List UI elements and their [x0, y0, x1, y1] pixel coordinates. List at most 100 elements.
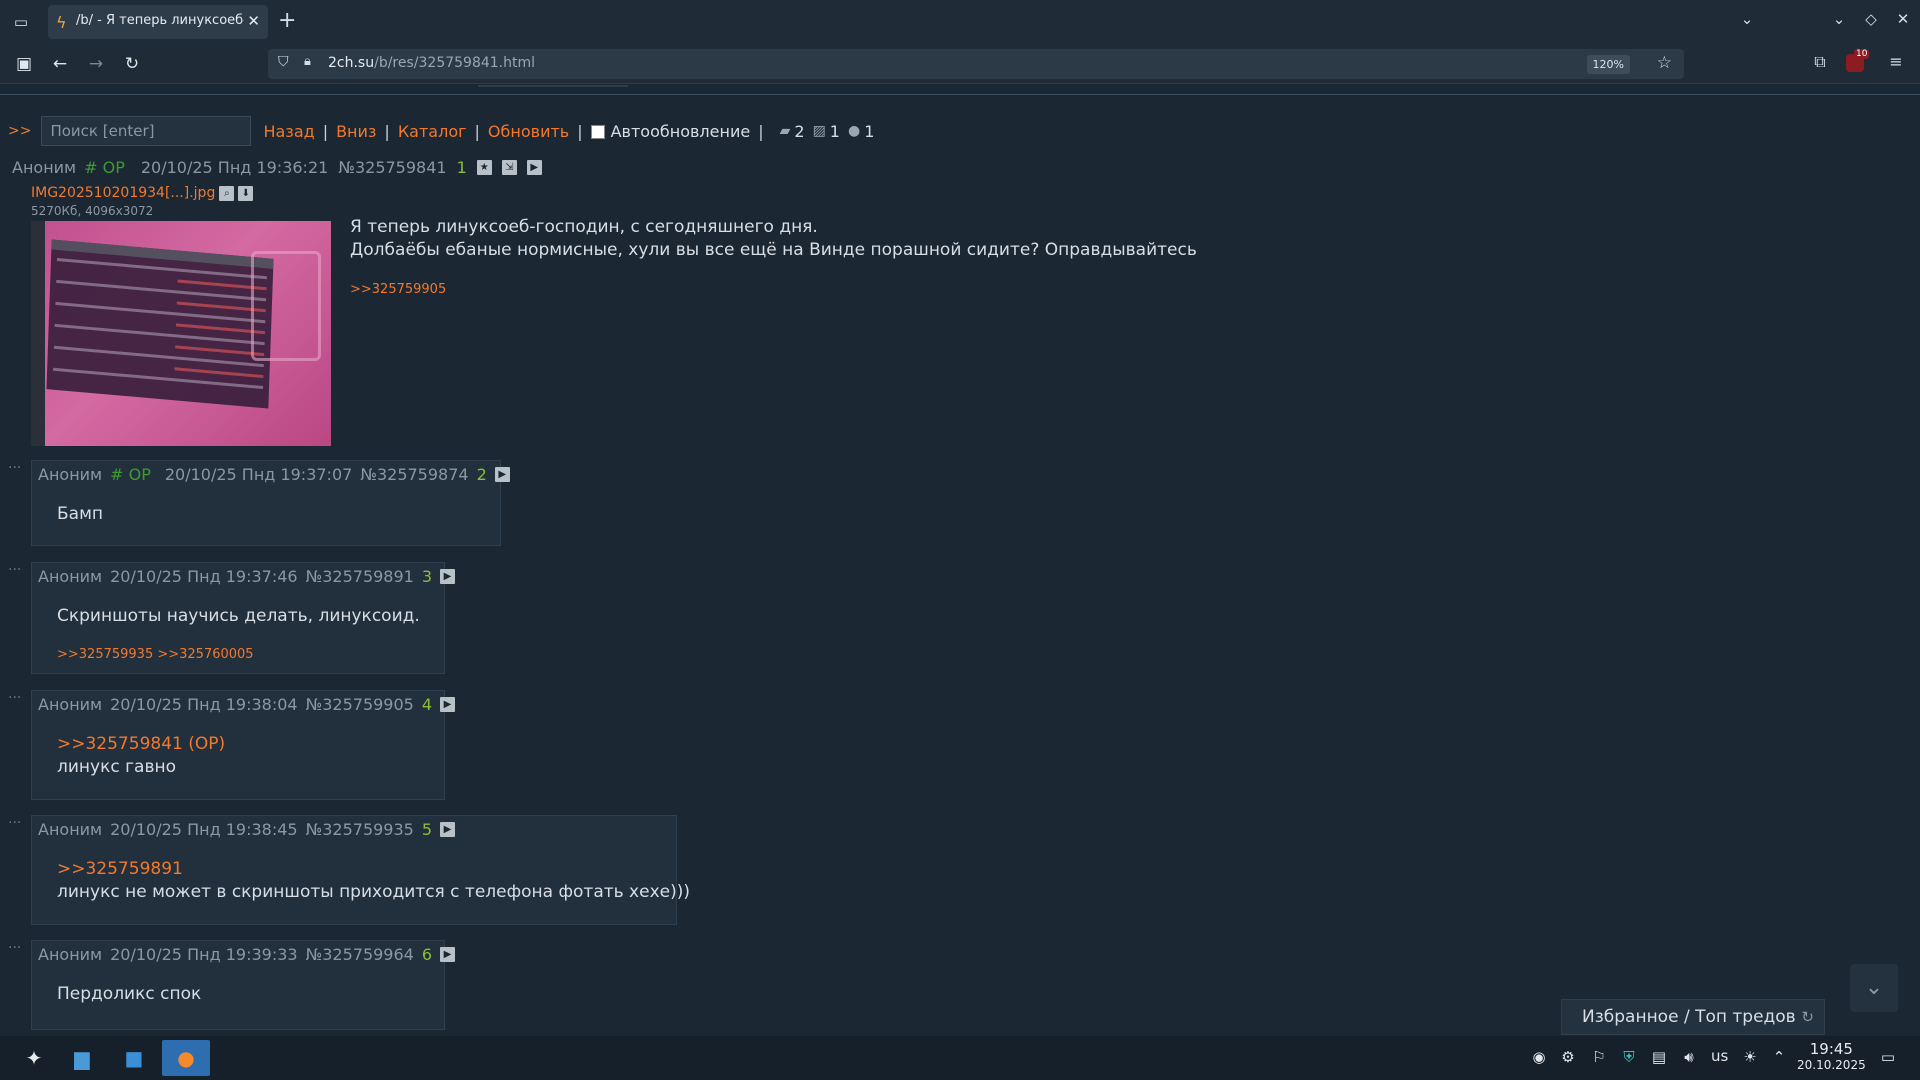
browser-tab[interactable]: ϟ /b/ - Я теперь линуксоеб-г ✕: [48, 5, 268, 39]
clock[interactable]: 19:45 20.10.2025: [1797, 1040, 1866, 1072]
download-icon[interactable]: ⬇: [238, 185, 254, 201]
navigation-bar: ▣ ← → ↻ ⛉ 🔒︎ 2ch.su/b/res/325759841.html…: [0, 44, 1920, 84]
post-number[interactable]: №325759874: [360, 465, 468, 484]
post-dots-icon[interactable]: ···: [8, 815, 21, 831]
close-window-icon[interactable]: ✕: [1896, 10, 1910, 28]
zoom-level[interactable]: 120%: [1586, 55, 1630, 74]
shield-tray-icon[interactable]: ⛨: [1619, 1048, 1639, 1066]
images-count-value: 1: [829, 121, 840, 141]
show-desktop-icon[interactable]: ▭: [1878, 1048, 1898, 1066]
hamburger-icon[interactable]: ≡: [1884, 52, 1908, 71]
post-number[interactable]: №325759935: [306, 820, 414, 839]
post-2: Аноним # OP 20/10/25 Пнд 19:37:07 №32575…: [31, 460, 510, 546]
search-image-icon[interactable]: ⌕: [219, 185, 235, 201]
post-date: 20/10/25 Пнд 19:38:45: [110, 820, 298, 839]
post-message: >>325759841 (OP) линукс гавно: [57, 733, 225, 779]
close-tab-icon[interactable]: ✕: [247, 12, 260, 30]
post-header: Аноним # OP 20/10/25 Пнд 19:37:07 №32575…: [38, 465, 510, 484]
refresh-link[interactable]: Обновить: [488, 122, 569, 141]
post-4: Аноним 20/10/25 Пнд 19:38:04 №325759905 …: [31, 690, 456, 800]
op-image-thumbnail[interactable]: [31, 221, 331, 446]
clipboard-tray-icon[interactable]: ▤: [1649, 1048, 1669, 1066]
list-all-tabs-icon[interactable]: ⌄: [1740, 10, 1754, 28]
op-line-1: Я теперь линуксоеб-господин, с сегодняшн…: [350, 217, 818, 237]
controls-prefix: >>: [8, 123, 32, 139]
play-icon[interactable]: ▶: [440, 822, 456, 837]
play-icon[interactable]: ▶: [440, 569, 456, 584]
minimize-icon[interactable]: ⌄: [1832, 10, 1846, 28]
post-text: линукс не может в скриншоты приходится с…: [57, 882, 690, 902]
refresh-icon[interactable]: ↻: [1801, 1000, 1814, 1034]
post-number[interactable]: №325759841: [338, 158, 446, 177]
software-store-icon[interactable]: ■: [110, 1040, 158, 1076]
post-replies[interactable]: >>325759935 >>325760005: [57, 647, 254, 662]
quote-link[interactable]: >>325759841 (OP): [57, 733, 225, 756]
poster-name: Аноним: [38, 945, 103, 964]
firefox-icon[interactable]: ●: [162, 1040, 210, 1076]
favorites-panel[interactable]: Избранное / Топ тредов ↻: [1561, 999, 1825, 1035]
post-number[interactable]: №325759891: [306, 567, 414, 586]
tab-list-icon[interactable]: ▭: [10, 11, 32, 33]
reload-icon[interactable]: ↻: [120, 52, 144, 76]
post-number[interactable]: №325759905: [306, 695, 414, 714]
arrow-left-icon[interactable]: ←: [48, 52, 72, 76]
op-replies[interactable]: >>325759905: [350, 282, 446, 297]
keyboard-layout[interactable]: us: [1711, 1047, 1728, 1065]
posts-count-value: 2: [794, 121, 805, 141]
brightness-tray-icon[interactable]: ☀: [1740, 1048, 1760, 1066]
file-name-link[interactable]: IMG202510201934[...].jpg: [31, 185, 215, 201]
bookmark-star-icon[interactable]: ☆: [1657, 53, 1672, 73]
shield-icon[interactable]: ⛉: [278, 54, 289, 70]
post-dots-icon[interactable]: ···: [8, 460, 21, 476]
lock-icon[interactable]: 🔒︎: [304, 54, 311, 69]
chevron-up-icon[interactable]: ⌃: [1769, 1048, 1789, 1066]
post-ordinal: 1: [456, 158, 467, 177]
poster-name: Аноним: [38, 820, 103, 839]
expand-icon[interactable]: ⇲: [501, 160, 517, 175]
autoupdate-checkbox[interactable]: [590, 125, 605, 139]
separator: |: [474, 121, 480, 141]
sidebar-icon[interactable]: ▣: [12, 52, 36, 76]
post-dots-icon[interactable]: ···: [8, 940, 21, 956]
photo-line: [54, 323, 265, 346]
post-date: 20/10/25 Пнд 19:36:21: [140, 158, 329, 177]
thread-controls: >> Поиск [enter] Назад | Вниз | Каталог …: [8, 116, 874, 146]
arrow-right-icon[interactable]: →: [84, 52, 108, 76]
post-ordinal: 2: [476, 465, 487, 484]
search-input[interactable]: Поиск [enter]: [41, 116, 252, 146]
network-tray-icon[interactable]: ⚙: [1558, 1048, 1578, 1066]
url-text[interactable]: 2ch.su/b/res/325759841.html: [328, 55, 535, 71]
separator: |: [758, 121, 764, 141]
catalog-link[interactable]: Каталог: [398, 122, 467, 141]
maximize-icon[interactable]: ◇: [1864, 10, 1878, 28]
url-bar[interactable]: ⛉ 🔒︎ 2ch.su/b/res/325759841.html 120% ☆: [268, 49, 1684, 79]
play-icon[interactable]: ▶: [440, 947, 456, 962]
file-manager-icon[interactable]: ▆: [58, 1040, 106, 1076]
vpn-tray-icon[interactable]: ⚐: [1589, 1048, 1609, 1066]
poster-name: Аноним: [38, 567, 103, 586]
new-tab-button[interactable]: +: [278, 8, 296, 34]
post-dots-icon[interactable]: ···: [8, 562, 21, 578]
app-launcher-icon[interactable]: ✦: [10, 1040, 58, 1076]
play-icon[interactable]: ▶: [526, 160, 542, 175]
post-number[interactable]: №325759964: [306, 945, 414, 964]
back-link[interactable]: Назад: [263, 122, 314, 141]
down-link[interactable]: Вниз: [336, 122, 376, 141]
puzzle-icon[interactable]: ⧉: [1808, 52, 1832, 72]
scroll-down-chevron-icon[interactable]: ⌄: [1850, 964, 1898, 1012]
play-icon[interactable]: ▶: [440, 697, 456, 712]
posters-count-value: 1: [864, 121, 875, 141]
quote-link[interactable]: >>325759891: [57, 858, 690, 881]
clock-date: 20.10.2025: [1797, 1058, 1866, 1072]
post-date: 20/10/25 Пнд 19:39:33: [110, 945, 298, 964]
star-icon[interactable]: ★: [476, 160, 492, 175]
op-trip: # OP: [84, 158, 125, 177]
volume-tray-icon[interactable]: 🔊︎: [1679, 1048, 1699, 1066]
photo-line: [55, 301, 266, 324]
tab-bar: ▭ ϟ /b/ - Я теперь линуксоеб-г ✕ + ⌄ ⌄ ◇…: [0, 0, 1920, 44]
steam-tray-icon[interactable]: ◉: [1529, 1048, 1549, 1066]
play-icon[interactable]: ▶: [494, 467, 510, 482]
window-controls: ⌄ ⌄ ◇ ✕: [1740, 10, 1910, 28]
post-dots-icon[interactable]: ···: [8, 690, 21, 706]
thread-page: >> Поиск [enter] Назад | Вниз | Каталог …: [0, 96, 1920, 1036]
